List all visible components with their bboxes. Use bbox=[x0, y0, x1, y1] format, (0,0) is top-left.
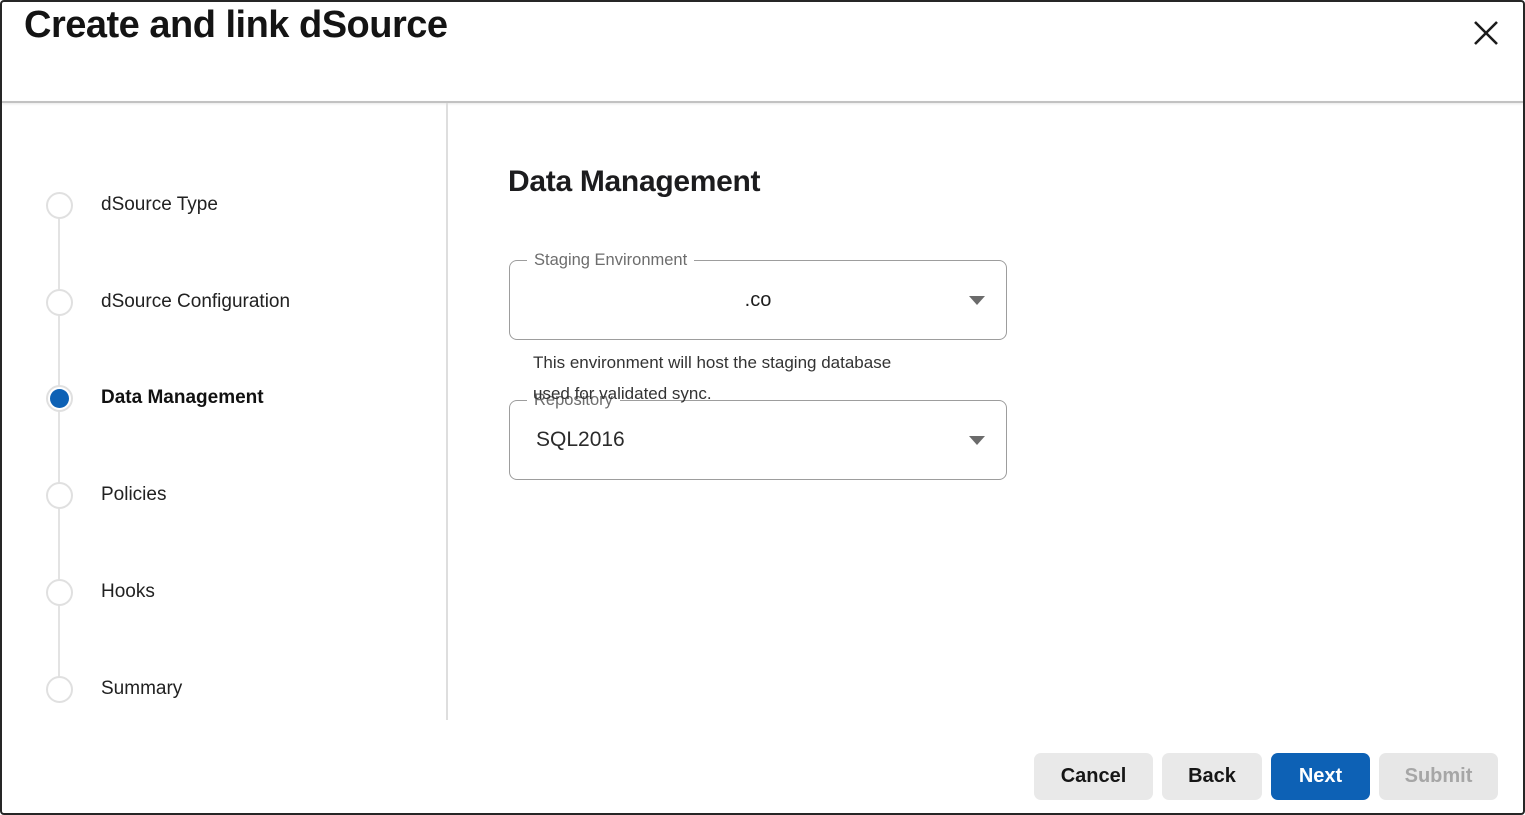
stepper-item-summary[interactable]: Summary bbox=[46, 675, 182, 703]
dialog-title: Create and link dSource bbox=[24, 4, 448, 47]
staging-environment-value: .co bbox=[510, 261, 1006, 339]
stepper-item-hooks[interactable]: Hooks bbox=[46, 578, 155, 606]
stepper-item-policies[interactable]: Policies bbox=[46, 481, 166, 509]
stepper-item-label: dSource Configuration bbox=[101, 291, 290, 313]
sidebar-divider bbox=[446, 103, 448, 720]
create-dsource-dialog: Create and link dSource dSource Type dSo… bbox=[0, 0, 1525, 815]
stepper-item-data-management[interactable]: Data Management bbox=[46, 384, 264, 412]
submit-button[interactable]: Submit bbox=[1379, 753, 1498, 800]
footer-actions: Cancel Back Next Submit bbox=[1034, 753, 1498, 800]
next-button[interactable]: Next bbox=[1271, 753, 1370, 800]
stepper-item-label: Summary bbox=[101, 678, 182, 700]
stepper-item-dsource-type[interactable]: dSource Type bbox=[46, 191, 218, 219]
repository-value: SQL2016 bbox=[510, 401, 1006, 479]
stepper-item-label: Policies bbox=[101, 484, 166, 506]
close-icon bbox=[1471, 18, 1501, 51]
repository-select[interactable]: Repository SQL2016 bbox=[509, 400, 1007, 480]
back-button[interactable]: Back bbox=[1162, 753, 1262, 800]
header-divider bbox=[2, 101, 1523, 103]
step-circle-icon bbox=[46, 482, 73, 509]
step-circle-icon bbox=[46, 579, 73, 606]
stepper-item-label: dSource Type bbox=[101, 194, 218, 216]
chevron-down-icon bbox=[969, 296, 985, 305]
staging-environment-select[interactable]: Staging Environment .co bbox=[509, 260, 1007, 340]
step-circle-icon bbox=[46, 676, 73, 703]
step-circle-icon bbox=[46, 192, 73, 219]
cancel-button[interactable]: Cancel bbox=[1034, 753, 1153, 800]
page-title: Data Management bbox=[508, 165, 760, 199]
stepper-item-label: Data Management bbox=[101, 387, 264, 409]
stepper-item-label: Hooks bbox=[101, 581, 155, 603]
staging-helper-line: This environment will host the staging d… bbox=[533, 347, 891, 378]
step-active-circle-icon bbox=[46, 385, 73, 412]
chevron-down-icon bbox=[969, 436, 985, 445]
stepper-item-dsource-configuration[interactable]: dSource Configuration bbox=[46, 288, 290, 316]
close-button[interactable] bbox=[1467, 15, 1505, 53]
stepper-connector-line bbox=[58, 205, 60, 689]
step-circle-icon bbox=[46, 289, 73, 316]
